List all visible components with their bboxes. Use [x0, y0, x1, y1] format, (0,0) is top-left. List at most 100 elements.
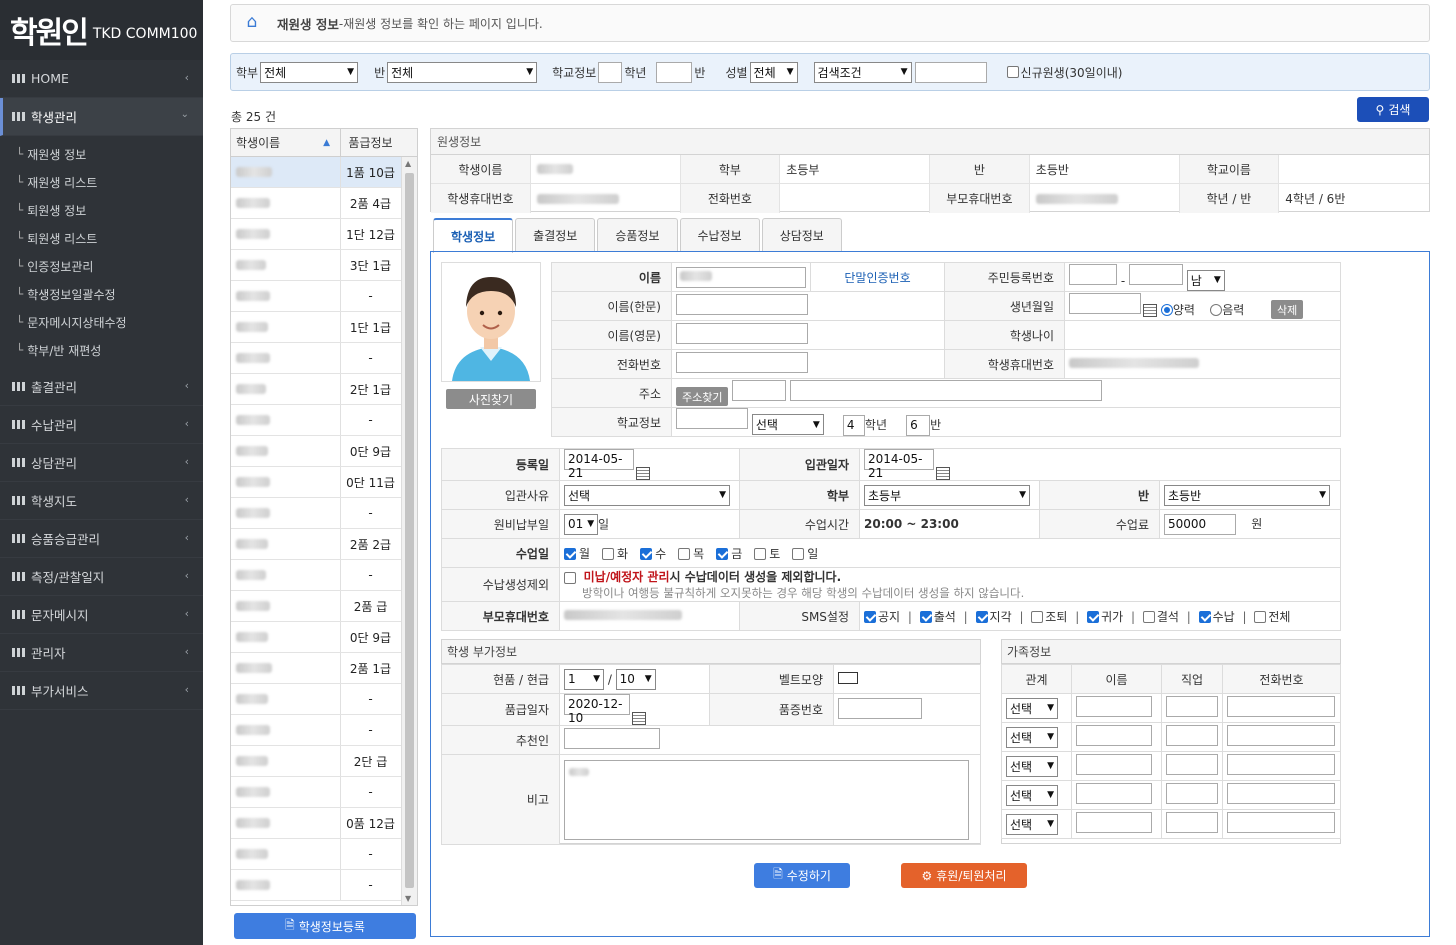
day-checkbox[interactable] — [754, 548, 767, 560]
class-select[interactable]: 전체 ▼ — [387, 61, 538, 83]
day-option[interactable]: 월 — [564, 547, 590, 561]
sms-option[interactable]: 지각 — [975, 610, 1012, 624]
sidebar-item-student[interactable]: 학생관리 ⌄ — [0, 98, 203, 136]
register-student-button[interactable]: 🗎 학생정보등록 — [234, 913, 416, 939]
rrn-back-input[interactable] — [1128, 263, 1183, 285]
day-option[interactable]: 금 — [716, 547, 742, 561]
sms-checkbox[interactable] — [1031, 611, 1044, 623]
family-name-input[interactable] — [1076, 754, 1152, 775]
family-job-input[interactable] — [1166, 783, 1218, 804]
family-job-input[interactable] — [1166, 812, 1218, 833]
table-row[interactable]: - — [231, 281, 417, 312]
solar-radio[interactable] — [1160, 304, 1173, 317]
table-row[interactable]: 0단 9급 — [231, 622, 417, 653]
table-row[interactable]: - — [231, 343, 417, 374]
table-row[interactable]: 0단 11급 — [231, 467, 417, 498]
day-checkbox[interactable] — [716, 548, 729, 560]
calendar-icon[interactable] — [632, 712, 646, 725]
family-name-input[interactable] — [1076, 725, 1152, 746]
calendar-icon[interactable] — [636, 467, 650, 480]
sms-checkbox[interactable] — [1142, 611, 1155, 623]
family-name-input[interactable] — [1076, 812, 1152, 833]
table-row[interactable]: - — [231, 839, 417, 870]
reason-select[interactable]: 선택 ▼ — [564, 484, 730, 506]
family-job-input[interactable] — [1166, 754, 1218, 775]
ban-input[interactable]: 6 — [906, 415, 931, 436]
tab-promotion[interactable]: 승품정보 — [597, 218, 678, 252]
relation-select[interactable]: 선택 ▼ — [1006, 784, 1058, 806]
dept-select[interactable]: 초등부 ▼ — [864, 484, 1030, 506]
promotion-date-input[interactable]: 2020-12-10 — [564, 694, 630, 725]
sidebar-item-admin[interactable]: 관리자 ‹ — [0, 634, 203, 672]
relation-select[interactable]: 선택 ▼ — [1006, 813, 1058, 835]
tel-input[interactable] — [676, 352, 808, 373]
auth-number-link[interactable]: 단말인증번호 — [810, 262, 945, 292]
memo-textarea[interactable] — [564, 759, 969, 840]
sidebar-item-sms[interactable]: 문자메시지 ‹ — [0, 596, 203, 634]
submenu-item[interactable]: └ 문자메시지상태수정 — [0, 308, 203, 336]
relation-select[interactable]: 선택 ▼ — [1006, 697, 1058, 719]
belt-grade-select[interactable]: 10 ▼ — [615, 668, 656, 690]
delete-button[interactable]: 삭제 — [1270, 300, 1304, 320]
sms-option[interactable]: 결석 — [1142, 610, 1179, 624]
rrn-front-input[interactable] — [1069, 263, 1117, 285]
tab-student-info[interactable]: 학생정보 — [433, 218, 514, 253]
eng-input[interactable] — [676, 323, 808, 344]
sidebar-item-extra[interactable]: 부가서비스 ‹ — [0, 672, 203, 710]
day-option[interactable]: 일 — [792, 547, 818, 561]
payday-select[interactable]: 01 ▼ — [564, 513, 598, 535]
sms-checkbox[interactable] — [1198, 611, 1211, 623]
school-select[interactable]: 선택 ▼ — [751, 414, 824, 435]
day-option[interactable]: 토 — [754, 547, 780, 561]
sidebar-item-payment[interactable]: 수납관리 ‹ — [0, 406, 203, 444]
sidebar-item-guidance[interactable]: 학생지도 ‹ — [0, 482, 203, 520]
relation-select[interactable]: 선택 ▼ — [1006, 726, 1058, 748]
sms-option[interactable]: 전체 — [1254, 610, 1290, 624]
submenu-item[interactable]: └ 재원생 리스트 — [0, 168, 203, 196]
sidebar-item-home[interactable]: HOME ‹ — [0, 60, 203, 98]
table-row[interactable]: - — [231, 560, 417, 591]
submenu-item[interactable]: └ 퇴원생 정보 — [0, 196, 203, 224]
hanja-input[interactable] — [676, 294, 808, 315]
photo-find-button[interactable]: 사진찾기 — [446, 389, 536, 409]
table-row[interactable]: 2품 1급 — [231, 653, 417, 684]
submenu-item[interactable]: └ 학생정보일괄수정 — [0, 280, 203, 308]
table-row[interactable]: 2단 1급 — [231, 374, 417, 405]
calendar-icon[interactable] — [936, 467, 950, 480]
sidebar-item-measure[interactable]: 측정/관찰일지 ‹ — [0, 558, 203, 596]
submenu-item[interactable]: └ 학부/반 재편성 — [0, 336, 203, 364]
lunar-radio[interactable] — [1210, 304, 1223, 317]
fee-input[interactable]: 50000 — [1164, 513, 1236, 535]
table-row[interactable]: - — [231, 684, 417, 715]
scroll-down-icon[interactable]: ▼ — [405, 894, 411, 903]
scroll-up-icon[interactable]: ▲ — [405, 159, 411, 168]
table-row[interactable]: 2품 급 — [231, 591, 417, 622]
belt-dan-select[interactable]: 1 ▼ — [564, 668, 604, 690]
submenu-item[interactable]: └ 재원생 정보 — [0, 140, 203, 168]
sms-checkbox[interactable] — [864, 611, 876, 623]
day-checkbox[interactable] — [678, 548, 691, 560]
condition-input[interactable] — [914, 61, 987, 83]
class-select[interactable]: 초등반 ▼ — [1164, 484, 1330, 506]
table-row[interactable]: - — [231, 715, 417, 746]
sms-checkbox[interactable] — [975, 611, 988, 623]
gender-select[interactable]: 전체 ▼ — [749, 61, 798, 83]
table-row[interactable]: 1품 10급 — [231, 157, 417, 188]
search-button[interactable]: ⚲ 검색 — [1357, 97, 1429, 122]
table-row[interactable]: 2품 2급 — [231, 529, 417, 560]
list-scrollbar[interactable]: ▲ ▼ — [401, 157, 417, 905]
day-checkbox[interactable] — [602, 548, 615, 560]
grade-input[interactable] — [656, 61, 693, 83]
sidebar-item-promotion[interactable]: 승품승급관리 ‹ — [0, 520, 203, 558]
relation-select[interactable]: 선택 ▼ — [1006, 755, 1058, 777]
family-phone-input[interactable] — [1227, 812, 1335, 833]
day-checkbox[interactable] — [640, 548, 653, 560]
edit-button[interactable]: 🗎 수정하기 — [754, 863, 850, 888]
submenu-item[interactable]: └ 퇴원생 리스트 — [0, 224, 203, 252]
table-row[interactable]: 0단 9급 — [231, 436, 417, 467]
tab-attendance[interactable]: 출결정보 — [515, 218, 596, 252]
family-job-input[interactable] — [1166, 696, 1218, 717]
exclude-checkbox[interactable] — [564, 571, 576, 584]
family-phone-input[interactable] — [1227, 783, 1335, 804]
belt-shape-swatch[interactable] — [838, 671, 858, 684]
